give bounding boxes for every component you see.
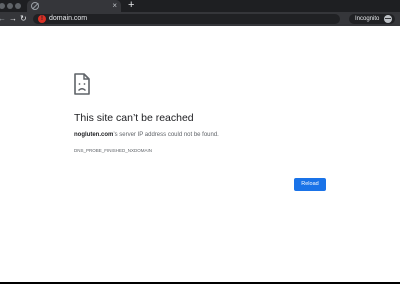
toolbar: ← → ↻ domain.com Incognito	[0, 12, 400, 26]
back-icon[interactable]: ←	[0, 12, 6, 26]
reload-button[interactable]: Reload	[294, 178, 326, 191]
tab-close-icon[interactable]: ×	[112, 1, 117, 11]
page-title: This site can’t be reached	[74, 112, 194, 124]
address-bar[interactable]: domain.com	[33, 14, 340, 24]
tab-strip: × +	[0, 0, 400, 12]
forward-icon[interactable]: →	[9, 12, 17, 26]
sad-page-icon	[74, 73, 90, 95]
page-content: This site can’t be reached nogluten.com’…	[0, 26, 400, 282]
new-tab-button[interactable]: +	[128, 0, 134, 11]
incognito-indicator[interactable]: Incognito	[349, 14, 395, 24]
minimize-window-button[interactable]	[7, 3, 13, 9]
error-code: DNS_PROBE_FINISHED_NXDOMAIN	[74, 148, 153, 153]
not-secure-warning-icon[interactable]	[38, 15, 46, 23]
error-message-text: ’s server IP address could not be found.	[113, 132, 219, 138]
reload-icon[interactable]: ↻	[20, 12, 27, 26]
zoom-window-button[interactable]	[15, 3, 21, 9]
error-host: nogluten.com	[74, 132, 114, 138]
close-window-button[interactable]	[0, 3, 5, 9]
incognito-icon[interactable]	[384, 15, 392, 23]
address-url[interactable]: domain.com	[49, 14, 87, 24]
error-message: nogluten.com’s server IP address could n…	[74, 131, 219, 139]
tab-active[interactable]: ×	[27, 0, 121, 12]
blocked-favicon-icon	[31, 2, 39, 10]
browser-window: × + ← → ↻ domain.com Incognito This site…	[0, 0, 400, 284]
incognito-label: Incognito	[355, 16, 380, 22]
